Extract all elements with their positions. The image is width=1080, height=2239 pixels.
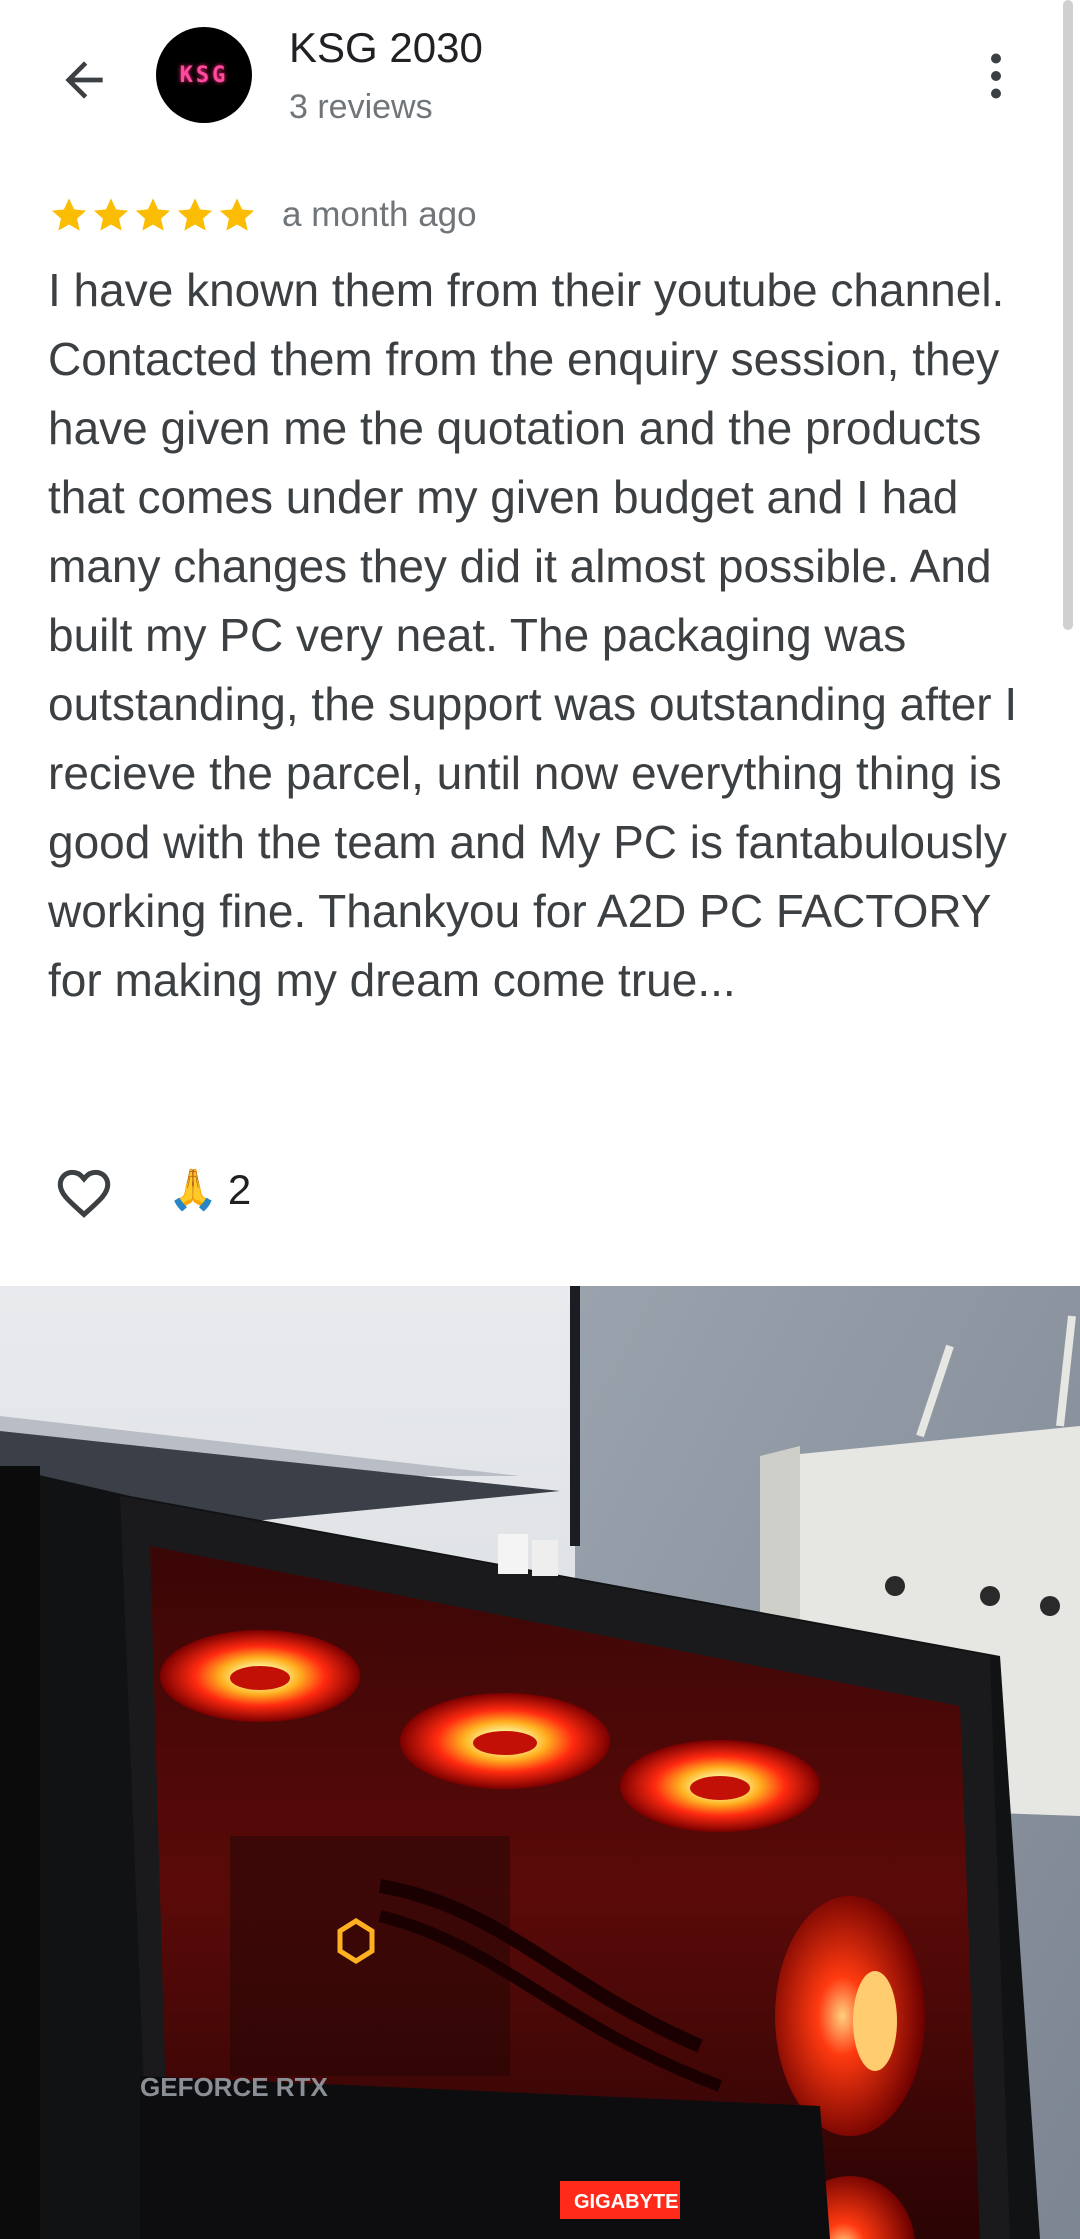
star-icon	[93, 198, 129, 231]
review-photo[interactable]: GEFORCE RTX GIGABYTE	[0, 1286, 1080, 2239]
review-time: a month ago	[282, 195, 477, 234]
gpu-label: GEFORCE RTX	[140, 2072, 328, 2102]
avatar[interactable]: KSG	[156, 27, 252, 123]
star-icon	[51, 198, 87, 231]
rating-row: a month ago	[48, 192, 477, 238]
arrow-back-icon	[65, 61, 103, 99]
more-vert-icon	[991, 53, 1001, 99]
star-icon	[177, 198, 213, 231]
star-icon	[219, 198, 255, 231]
reactions-row: 🙏 2	[50, 1160, 251, 1220]
brand-label: GIGABYTE	[574, 2191, 678, 2213]
review-count: 3 reviews	[289, 88, 433, 126]
star-rating	[48, 194, 258, 236]
heart-outline-icon	[57, 1169, 111, 1218]
more-options-button[interactable]	[960, 36, 1032, 116]
review-text[interactable]: I have known them from their youtube cha…	[48, 256, 1038, 1015]
reaction-chip[interactable]: 🙏 2	[168, 1166, 251, 1214]
pc-case-photo: GEFORCE RTX GIGABYTE	[0, 1286, 1080, 2239]
scrollbar[interactable]	[1063, 0, 1073, 630]
avatar-logo-text: KSG	[179, 62, 229, 88]
review-header: KSG KSG 2030 3 reviews	[0, 0, 1080, 150]
like-button[interactable]	[50, 1160, 118, 1220]
star-icon	[135, 198, 171, 231]
reviewer-name[interactable]: KSG 2030	[289, 24, 483, 72]
pray-emoji-icon: 🙏	[168, 1168, 218, 1212]
back-button[interactable]	[44, 40, 124, 120]
reaction-count: 2	[227, 1166, 252, 1213]
